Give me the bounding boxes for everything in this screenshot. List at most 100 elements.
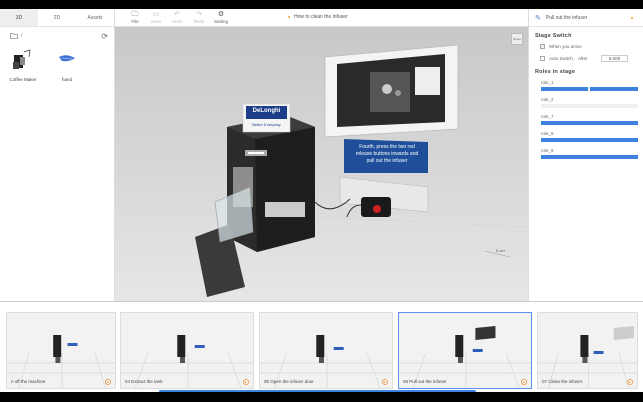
role-name: role_8	[541, 131, 554, 136]
stage-frame[interactable]: 04 Extract the tank ▶	[120, 312, 254, 389]
role-name: role_7	[541, 114, 554, 119]
stage-title-text: How to clean the infuser	[294, 14, 348, 20]
stage-name[interactable]: Pull out the infuser	[546, 15, 587, 21]
role-item[interactable]: role_9	[541, 148, 638, 159]
role-bar	[541, 104, 638, 108]
roles-title: Roles in stage	[535, 69, 576, 75]
play-icon[interactable]: ▶	[382, 379, 388, 385]
hand-icon	[59, 55, 75, 62]
redo-icon: ↷	[196, 11, 202, 18]
asset-path: / ⟳	[10, 31, 108, 41]
role-bar-fill	[590, 87, 638, 91]
toolbar: 🗀 File ▭ Save ↶ Undo ↷ Redo ⚙ Setting Ho…	[115, 9, 528, 27]
setting-button[interactable]: ⚙ Setting	[211, 11, 231, 24]
role-bar-fill	[541, 155, 638, 159]
undo-label: Undo	[171, 19, 183, 24]
role-name: role_1	[541, 80, 554, 85]
stage-switch-title: Stage Switch	[535, 33, 572, 39]
frame-caption: 07 Clean the infuser	[542, 379, 583, 384]
role-bar-fill	[541, 87, 588, 91]
callout-line: pull out the infuser	[366, 158, 408, 164]
path-text: /	[21, 33, 23, 39]
play-icon[interactable]: ▶	[105, 379, 111, 385]
scale-label: 5 cm	[496, 248, 505, 253]
role-bar	[541, 87, 638, 91]
stage-frame[interactable]: n off the machine ▶	[6, 312, 116, 389]
role-item[interactable]: role_8	[541, 131, 638, 142]
pencil-icon[interactable]: ✎	[535, 14, 541, 22]
role-bar	[541, 155, 638, 159]
asset-coffee-maker[interactable]: Coffee Maker	[8, 49, 38, 82]
refresh-icon[interactable]: ⟳	[101, 32, 108, 41]
scene	[115, 44, 528, 297]
asset-list: Coffee Maker hand	[8, 49, 82, 82]
frame-preview	[121, 313, 253, 388]
asset-panel: 3D 2D Assets / ⟳ Coffee Maker hand	[0, 9, 115, 301]
app-window: 3D 2D Assets / ⟳ Coffee Maker hand 🗀 Fil…	[0, 9, 643, 392]
asset-label: hand	[61, 77, 72, 82]
callout-line: release buttons inwards and	[355, 151, 419, 157]
undo-icon: ↶	[174, 11, 180, 18]
role-item[interactable]: role_7	[541, 114, 638, 125]
asset-hand[interactable]: hand	[52, 49, 82, 82]
when-arrive-option[interactable]: ✓ When you arrive	[540, 44, 582, 49]
stage-frame[interactable]: 05 Open the infuser door ▶	[259, 312, 393, 389]
redo-button[interactable]: ↷ Redo	[189, 11, 209, 24]
role-item[interactable]: role_2	[541, 97, 638, 108]
brand-tagline: Better Everyday	[252, 122, 281, 127]
tab-assets[interactable]: Assets	[76, 9, 114, 26]
when-arrive-label: When you arrive	[549, 44, 582, 49]
checkbox-checked[interactable]: ✓	[540, 44, 545, 49]
after-label: After	[578, 56, 588, 61]
auto-switch-label: Auto Switch,	[549, 56, 575, 61]
undo-button[interactable]: ↶ Undo	[167, 11, 187, 24]
brand-logo: DeLonghi	[252, 108, 281, 114]
redo-label: Redo	[193, 19, 205, 24]
role-bar	[541, 121, 638, 125]
tab-3d[interactable]: 3D	[0, 9, 38, 26]
stage-title[interactable]: How to clean the infuser	[288, 14, 348, 20]
folder-icon[interactable]	[10, 33, 18, 39]
stage-header: ✎ Pull out the infuser	[529, 9, 643, 27]
role-bar-fill	[541, 138, 638, 142]
file-button[interactable]: 🗀 File	[125, 11, 145, 24]
frame-caption: n off the machine	[11, 379, 46, 384]
asset-tabs: 3D 2D Assets	[0, 9, 114, 27]
callout-text[interactable]: Fourth, press the two red release button…	[347, 144, 427, 165]
stage-frame[interactable]: 06 Pull out the infuser ▶	[398, 312, 532, 389]
frame-preview	[399, 313, 531, 388]
asset-label: Coffee Maker	[9, 77, 37, 82]
3d-viewport[interactable]: DeLonghi Better Everyday Fourth, press t…	[115, 27, 528, 301]
checkbox-unchecked[interactable]	[540, 56, 545, 61]
coffee-machine	[195, 115, 351, 297]
folder-open-icon: 🗀	[131, 11, 139, 18]
role-name: role_9	[541, 148, 554, 153]
coffee-maker-icon	[13, 49, 31, 69]
reset-view-button[interactable]: Reset	[511, 33, 523, 45]
status-dot	[288, 16, 290, 18]
stage-frame[interactable]: 07 Clean the infuser ▶	[537, 312, 638, 389]
gear-icon: ⚙	[217, 11, 225, 18]
save-label: Save	[150, 19, 162, 24]
save-button[interactable]: ▭ Save	[146, 11, 166, 24]
setting-label: Setting	[213, 19, 228, 24]
properties-panel: ✎ Pull out the infuser Stage Switch ✓ Wh…	[528, 9, 643, 301]
auto-switch-option[interactable]: Auto Switch, After	[540, 56, 588, 61]
play-icon[interactable]: ▶	[521, 379, 527, 385]
save-icon: ▭	[152, 11, 160, 18]
frame-caption: 06 Pull out the infuser	[403, 379, 447, 384]
after-seconds-input[interactable]: 5.000	[601, 55, 628, 62]
frame-caption: 04 Extract the tank	[125, 379, 163, 384]
play-icon[interactable]: ▶	[627, 379, 633, 385]
role-bar-fill	[541, 121, 638, 125]
frame-preview	[7, 313, 115, 388]
role-item[interactable]: role_1	[541, 80, 638, 91]
status-dot	[631, 17, 633, 19]
stage-timeline: n off the machine ▶ 04 Extract the tank ▶ 05…	[0, 301, 643, 392]
play-icon[interactable]: ▶	[243, 379, 249, 385]
tab-2d[interactable]: 2D	[38, 9, 76, 26]
role-bar	[541, 138, 638, 142]
file-label: File	[131, 19, 139, 24]
timeline-scrollbar[interactable]	[159, 390, 476, 392]
callout-line: Fourth, press the two red	[359, 144, 415, 150]
